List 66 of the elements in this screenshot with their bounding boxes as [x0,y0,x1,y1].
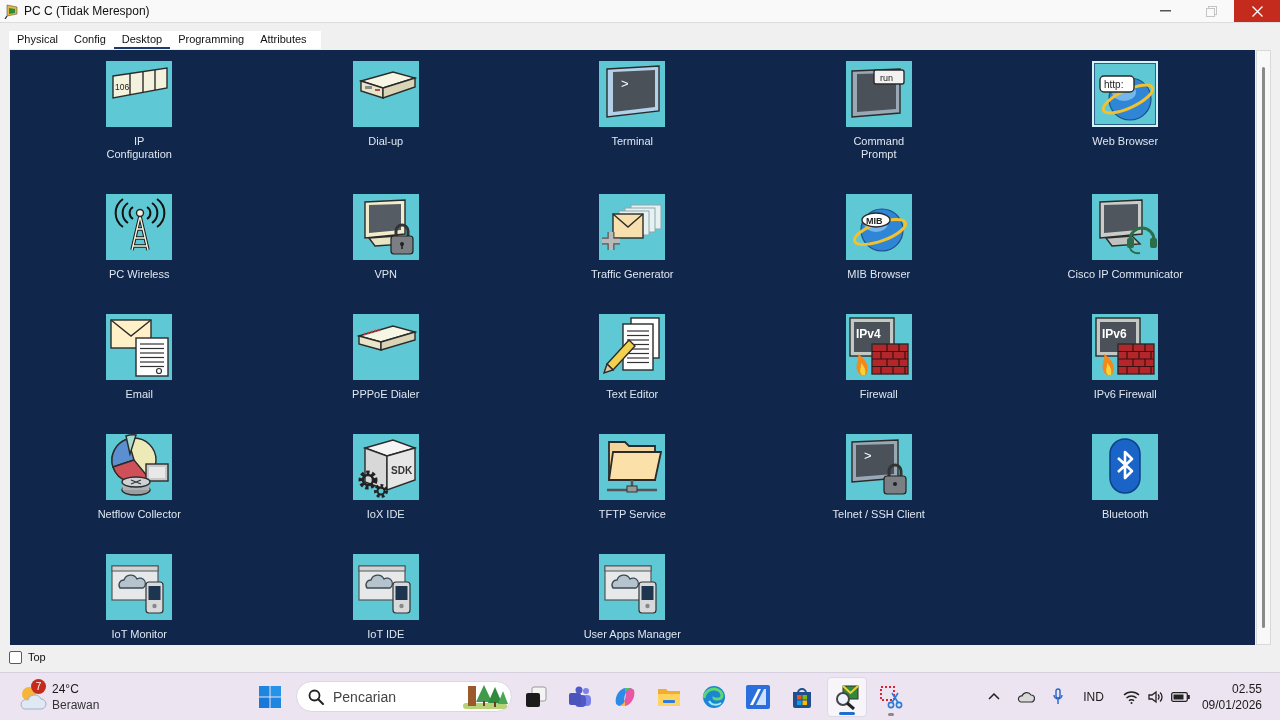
checkbox[interactable] [9,651,22,664]
speaker-icon[interactable] [1147,689,1164,704]
terminal-lock-icon: > [845,434,912,500]
trees-icon [462,683,508,710]
app-launcher[interactable]: IPv4 Firewall [845,314,912,401]
scissors-icon [879,684,904,709]
language-button[interactable]: IND [1079,680,1108,713]
app-launcher[interactable]: > Terminal [599,61,666,161]
terminal-icon: > [599,61,666,127]
microphone-icon[interactable] [1053,688,1064,705]
app-launcher[interactable]: 106 IP Configuration [106,61,173,161]
tab[interactable]: Programming [170,31,253,49]
wave-circle-icon [701,684,726,709]
notification-badge: 7 [31,678,46,694]
checkbox-label: Top [28,651,46,664]
app-logo-icon [4,3,19,19]
number-panel-icon: 106 [106,61,173,127]
app-launcher[interactable]: Netflow Collector [97,434,181,521]
stripes-tile-icon [745,684,770,709]
app-launcher[interactable]: Email [106,314,173,401]
app-launcher[interactable]: TFTP Service [598,434,666,521]
app-launcher[interactable]: IPv6 IPv6 Firewall [1092,314,1159,401]
chevron-up-icon[interactable] [988,693,1001,700]
app-launcher[interactable]: http: Web Browser [1092,61,1159,161]
app-launcher[interactable]: PPPoE Dialer [352,314,420,401]
app-launcher[interactable]: Bluetooth [1092,434,1159,521]
app-launcher[interactable]: Traffic Generator [590,194,674,281]
maximize-icon [1205,5,1217,17]
app-launcher[interactable]: Dial-up [352,61,419,161]
cloud-icon[interactable] [1017,690,1036,703]
app-launcher[interactable]: MIB MIB Browser [845,194,912,281]
box-gears-icon: SDK [352,434,419,500]
scrollbar-thumb[interactable] [1262,67,1265,628]
app-launcher[interactable]: Cisco IP Communicator [1067,194,1183,281]
people-tile-icon [568,684,593,709]
app-launcher[interactable]: IoT Monitor [106,554,173,641]
app-launcher[interactable]: User Apps Manager [583,554,681,641]
close-button[interactable] [1234,0,1280,22]
app-launcher[interactable]: SDK IoX IDE [352,434,419,521]
app-launcher[interactable]: > Telnet / SSH Client [832,434,925,521]
taskbar-button[interactable] [826,676,867,717]
app-launcher[interactable]: IoT IDE [352,554,419,641]
firewall-icon: IPv6 [1092,314,1159,380]
minimize-icon [1159,10,1171,12]
tab[interactable]: Attributes [252,31,315,49]
window-title: PC C (Tidak Merespon) [24,3,150,19]
wifi-icon[interactable] [1122,689,1140,704]
tab[interactable]: Physical [9,31,66,49]
magnifier-envelope-icon [833,683,860,710]
globe-icon: http: [1092,61,1159,127]
search-icon [308,689,324,705]
clock[interactable]: 02.55 09/01/2026 [1197,680,1266,713]
globe-icon: MIB [845,194,912,260]
tab[interactable]: Config [65,31,114,49]
app-launcher[interactable]: VPN [352,194,419,281]
command-prompt-icon: run [845,61,912,127]
app-launcher[interactable]: Text Editor [599,314,666,401]
overlapping-squares-icon [524,684,548,709]
four-squares-icon [259,685,281,708]
close-icon [1251,5,1263,17]
weather-widget[interactable]: 7 24°C Berawan [16,676,102,717]
battery-icon[interactable] [1170,691,1190,702]
app-launcher[interactable]: PC Wireless [106,194,173,281]
firewall-icon: IPv4 [845,314,912,380]
app-launcher[interactable]: run Command Prompt [845,61,912,161]
folder-icon [657,686,682,707]
